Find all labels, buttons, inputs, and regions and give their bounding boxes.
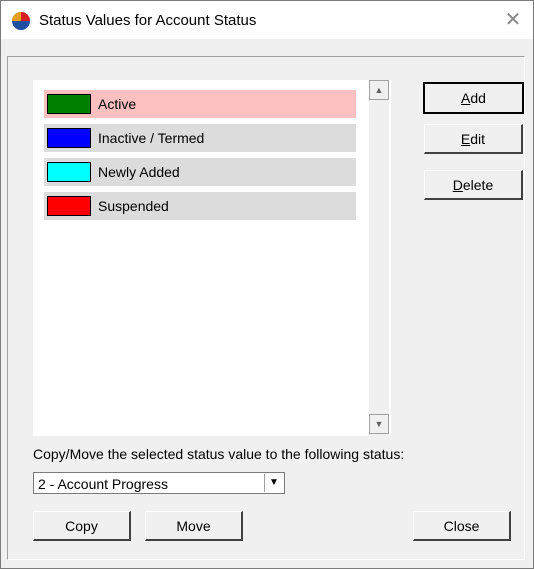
close-button[interactable]: Close (413, 511, 511, 541)
status-target-dropdown[interactable]: 2 - Account Progress ▼ (33, 472, 285, 494)
list-scrollbar[interactable]: ▲ ▼ (369, 80, 389, 436)
status-item-newly-added[interactable]: Newly Added (44, 158, 356, 186)
window-title: Status Values for Account Status (39, 12, 257, 29)
status-item-active[interactable]: Active (44, 90, 356, 118)
close-icon[interactable]: ✕ (501, 9, 525, 31)
status-item-suspended[interactable]: Suspended (44, 192, 356, 220)
scroll-up-icon[interactable]: ▲ (369, 80, 389, 100)
status-color-swatch (47, 94, 91, 114)
dropdown-value: 2 - Account Progress (38, 476, 168, 492)
app-logo-icon (12, 12, 30, 30)
status-item-label: Inactive / Termed (98, 130, 205, 146)
edit-mnemonic: E (460, 130, 471, 147)
delete-button[interactable]: Delete (424, 170, 523, 200)
status-item-label: Suspended (98, 198, 169, 214)
delete-label: elete (462, 176, 494, 193)
status-color-swatch (47, 196, 91, 216)
move-button[interactable]: Move (145, 511, 243, 541)
copy-move-label: Copy/Move the selected status value to t… (33, 446, 405, 462)
status-item-inactive[interactable]: Inactive / Termed (44, 124, 356, 152)
status-color-swatch (47, 162, 91, 182)
add-label: dd (470, 90, 486, 106)
scroll-down-icon[interactable]: ▼ (369, 414, 389, 434)
chevron-down-icon[interactable]: ▼ (264, 474, 283, 492)
title-bar[interactable]: Status Values for Account Status ✕ (1, 1, 533, 39)
add-mnemonic: A (461, 90, 471, 106)
edit-button[interactable]: Edit (424, 124, 523, 154)
edit-label: dit (470, 130, 486, 147)
status-color-swatch (47, 128, 91, 148)
status-list[interactable]: Active Inactive / Termed Newly Added Sus… (33, 80, 391, 436)
status-item-label: Active (98, 96, 137, 112)
copy-button[interactable]: Copy (33, 511, 131, 541)
delete-mnemonic: D (452, 176, 463, 193)
add-button[interactable]: Add (423, 82, 524, 114)
status-item-label: Newly Added (98, 164, 180, 180)
